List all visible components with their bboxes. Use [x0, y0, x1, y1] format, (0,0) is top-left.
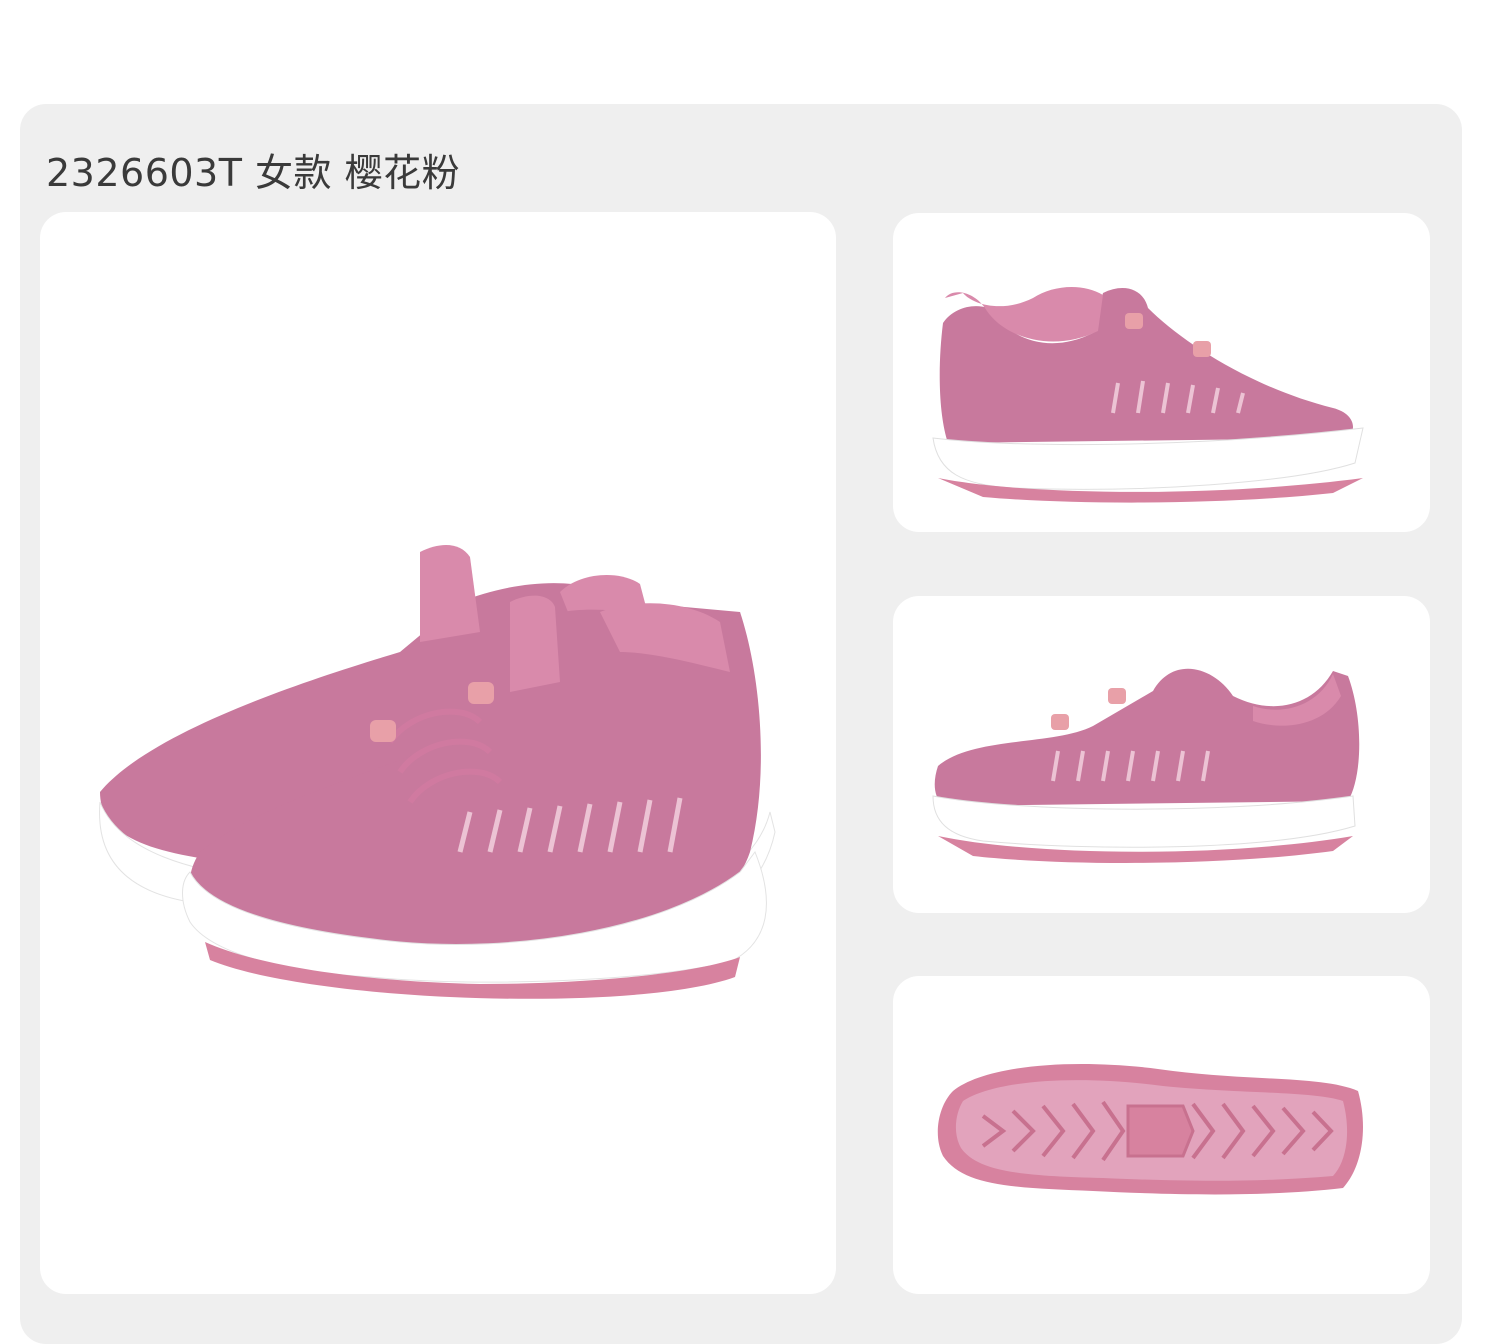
product-title: 2326603T 女款 樱花粉: [46, 151, 461, 195]
main-image-panel[interactable]: [40, 212, 836, 1294]
outsole-image: [937, 1063, 1363, 1195]
side-view-panel[interactable]: [893, 213, 1430, 532]
shoe-side-image: [932, 287, 1364, 503]
outsole-view-panel[interactable]: [893, 976, 1430, 1294]
shoe-front-image: [932, 668, 1360, 863]
shoe-pair-image: [99, 545, 776, 999]
toggle-icon: [370, 720, 396, 742]
front-view-panel[interactable]: [893, 596, 1430, 913]
